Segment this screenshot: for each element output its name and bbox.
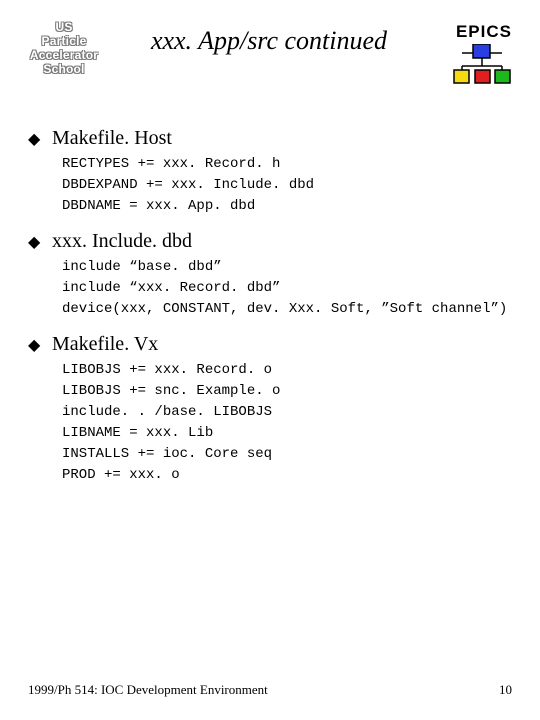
code-line: include “base. dbd” [62, 257, 512, 278]
code-line: LIBOBJS += snc. Example. o [62, 381, 512, 402]
code-line: DBDNAME = xxx. App. dbd [62, 196, 512, 217]
section-head: ◆ Makefile. Vx [28, 332, 512, 356]
slide-content: ◆ Makefile. Host RECTYPES += xxx. Record… [28, 126, 512, 486]
epics-logo-icon [452, 44, 512, 89]
epics-label: EPICS [438, 22, 512, 42]
section-heading: xxx. Include. dbd [52, 229, 192, 253]
code-block: RECTYPES += xxx. Record. h DBDEXPAND += … [62, 154, 512, 217]
code-line: DBDEXPAND += xxx. Include. dbd [62, 175, 512, 196]
code-line: LIBNAME = xxx. Lib [62, 423, 512, 444]
section-head: ◆ Makefile. Host [28, 126, 512, 150]
uspas-line: Particle [28, 34, 100, 48]
bullet-icon: ◆ [28, 233, 42, 253]
bullet-icon: ◆ [28, 130, 42, 150]
uspas-line: School [28, 62, 100, 76]
code-line: include “xxx. Record. dbd” [62, 278, 512, 299]
uspas-line: Accelerator [28, 48, 100, 62]
code-line: include. . /base. LIBOBJS [62, 402, 512, 423]
code-line: RECTYPES += xxx. Record. h [62, 154, 512, 175]
uspas-line: US [28, 20, 100, 34]
section-head: ◆ xxx. Include. dbd [28, 229, 512, 253]
slide: US Particle Accelerator School xxx. App/… [0, 0, 540, 720]
slide-footer: 1999/Ph 514: IOC Development Environment… [28, 682, 512, 698]
section-heading: Makefile. Vx [52, 332, 158, 356]
epics-block: EPICS [438, 20, 512, 89]
slide-header: US Particle Accelerator School xxx. App/… [28, 20, 512, 100]
code-line: PROD += xxx. o [62, 465, 512, 486]
page-number: 10 [499, 682, 512, 698]
section-makefile-host: ◆ Makefile. Host RECTYPES += xxx. Record… [28, 126, 512, 217]
section-makefile-vx: ◆ Makefile. Vx LIBOBJS += xxx. Record. o… [28, 332, 512, 486]
uspas-logo: US Particle Accelerator School [28, 20, 100, 76]
code-block: LIBOBJS += xxx. Record. o LIBOBJS += snc… [62, 360, 512, 486]
footer-text: 1999/Ph 514: IOC Development Environment [28, 682, 268, 698]
code-line: INSTALLS += ioc. Core seq [62, 444, 512, 465]
slide-title: xxx. App/src continued [100, 20, 438, 56]
bullet-icon: ◆ [28, 336, 42, 356]
code-block: include “base. dbd” include “xxx. Record… [62, 257, 512, 320]
code-line: device(xxx, CONSTANT, dev. Xxx. Soft, ”S… [62, 299, 512, 320]
code-line: LIBOBJS += xxx. Record. o [62, 360, 512, 381]
section-xxx-include-dbd: ◆ xxx. Include. dbd include “base. dbd” … [28, 229, 512, 320]
section-heading: Makefile. Host [52, 126, 172, 150]
